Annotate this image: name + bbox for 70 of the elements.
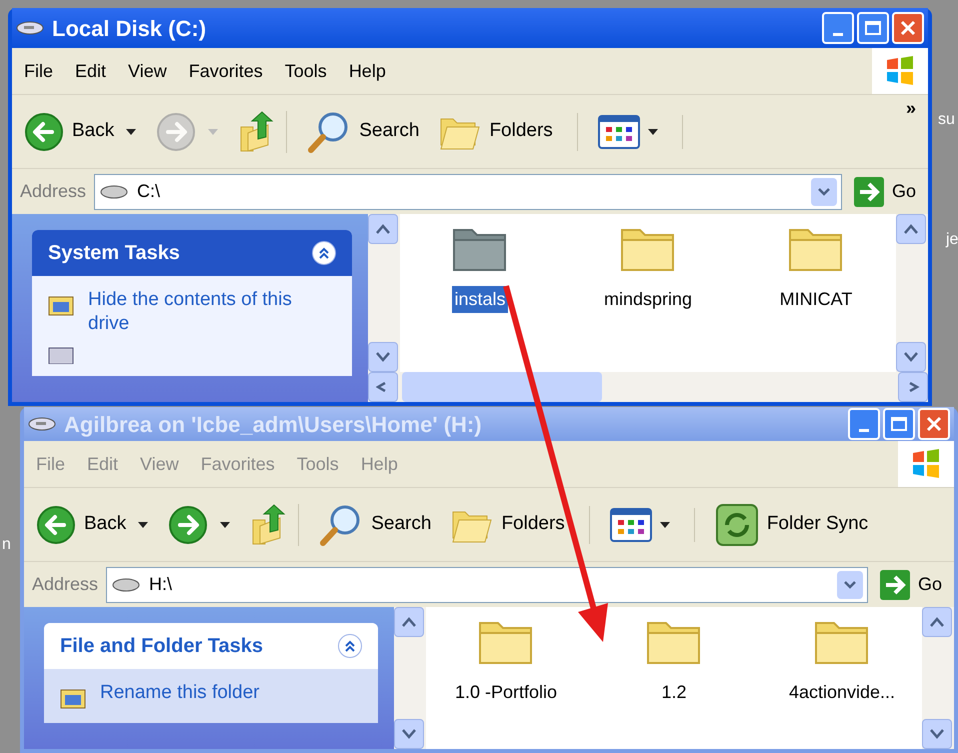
desktop-text: je <box>946 230 958 250</box>
panel-title: System Tasks <box>48 241 180 266</box>
minimize-button[interactable] <box>848 408 880 440</box>
search-button[interactable]: Search <box>319 502 432 546</box>
menu-item[interactable]: File <box>24 58 54 84</box>
folder-sync-button[interactable]: Folder Sync <box>714 502 868 546</box>
caret-icon <box>208 128 218 134</box>
up-folder-button[interactable] <box>238 110 288 152</box>
more-button[interactable]: » <box>906 95 916 122</box>
address-field[interactable]: C:\ <box>94 174 842 210</box>
drive-icon <box>16 20 44 36</box>
scroll-bar[interactable] <box>368 214 400 372</box>
close-button[interactable] <box>892 12 924 44</box>
drive-icon <box>111 576 142 594</box>
views-icon <box>598 114 640 148</box>
folder-item[interactable]: 4actionvide... <box>774 615 910 706</box>
close-button[interactable] <box>918 408 950 440</box>
go-button[interactable]: Go <box>876 570 946 600</box>
menu-item[interactable]: View <box>128 58 167 84</box>
folder-item[interactable]: instals <box>412 222 548 313</box>
views-button[interactable] <box>610 508 695 542</box>
caret-icon <box>220 522 230 528</box>
caret-icon <box>660 522 670 528</box>
address-label: Address <box>20 180 86 203</box>
menu-item[interactable]: Tools <box>284 58 327 84</box>
desktop-text: n <box>2 535 11 555</box>
back-button[interactable]: Back <box>24 112 114 152</box>
panel-title: File and Folder Tasks <box>60 634 264 659</box>
maximize-button[interactable] <box>857 12 889 44</box>
address-label: Address <box>32 573 98 596</box>
scroll-bar[interactable] <box>896 214 928 372</box>
caret-icon <box>138 522 148 528</box>
task-link[interactable]: Hide the contents of this drive <box>88 288 298 336</box>
back-button[interactable]: Back <box>36 504 126 544</box>
menu-item[interactable]: Edit <box>75 58 106 84</box>
menu-item[interactable]: Favorites <box>188 58 263 84</box>
windows-logo-icon <box>898 441 954 487</box>
folder-item[interactable]: mindspring <box>580 222 716 313</box>
scroll-bar[interactable] <box>394 607 426 749</box>
collapse-icon[interactable] <box>338 634 362 658</box>
up-folder-button[interactable] <box>250 504 300 546</box>
sync-icon <box>714 502 759 546</box>
task-link[interactable]: Rename this folder <box>100 681 310 705</box>
folders-button[interactable]: Folders <box>451 506 590 544</box>
windows-logo-icon <box>872 48 928 94</box>
window-title: Local Disk (C:) <box>52 14 206 43</box>
folder-item[interactable]: 1.2 <box>606 615 742 706</box>
menu-item[interactable]: Help <box>348 58 386 84</box>
close-icon <box>926 416 942 432</box>
address-field[interactable]: H:\ <box>106 566 868 602</box>
views-icon <box>610 508 652 542</box>
drive-icon <box>28 416 56 432</box>
scroll-bar[interactable] <box>922 607 954 749</box>
go-button[interactable]: Go <box>850 176 920 206</box>
forward-button[interactable] <box>168 504 208 544</box>
minimize-button[interactable] <box>822 12 854 44</box>
desktop-text: su <box>938 110 955 130</box>
folders-button[interactable]: Folders <box>439 112 578 150</box>
horizontal-scroll-bar[interactable] <box>368 372 928 402</box>
close-icon <box>900 20 916 36</box>
search-button[interactable]: Search <box>307 110 420 154</box>
caret-icon <box>126 128 136 134</box>
maximize-button[interactable] <box>883 408 915 440</box>
caret-icon <box>648 128 658 134</box>
views-button[interactable] <box>598 114 683 148</box>
folder-item[interactable]: 1.0 -Portfolio <box>438 615 574 706</box>
collapse-icon[interactable] <box>312 241 336 265</box>
window-title: Agilbrea on 'Icbe_adm\Users\Home' (H:) <box>64 410 482 439</box>
folder-item[interactable]: MINICAT <box>748 222 884 313</box>
drive-icon <box>99 182 130 200</box>
